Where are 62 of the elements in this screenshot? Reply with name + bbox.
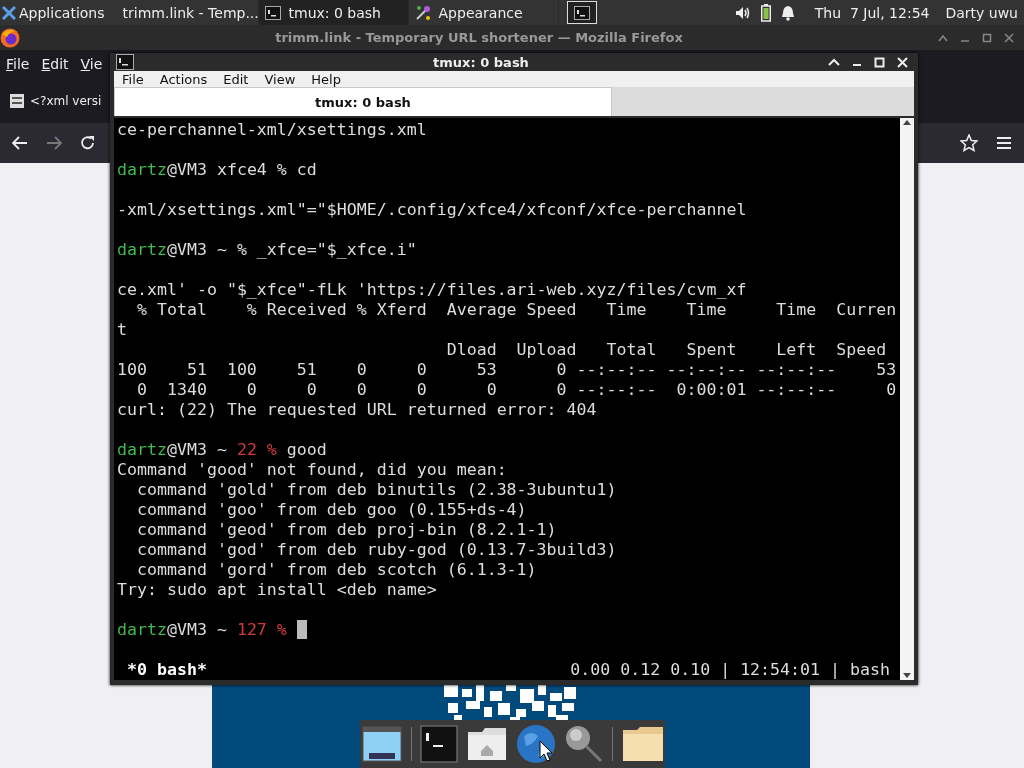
browser-tab[interactable]: <?xml versi bbox=[30, 93, 102, 108]
home-folder-icon[interactable] bbox=[465, 726, 508, 762]
terminal-icon bbox=[264, 5, 281, 20]
taskbar-button[interactable]: tmux: 0 bash bbox=[258, 0, 409, 25]
terminal-line: command 'geod' from deb proj-bin (8.2.1-1) bbox=[135, 520, 557, 540]
menu-item[interactable]: Actions bbox=[151, 71, 216, 87]
tmux-window-label: *0 bash* bbox=[126, 660, 207, 680]
terminal-line: command 'god' from deb ruby-god (0.13.7-3build3) bbox=[135, 540, 617, 560]
firefox-icon bbox=[0, 27, 20, 48]
terminal-line: -xml/xsettings.xml"="$HOME/.config/xfce4/xfconf/xfce-perchannel bbox=[117, 200, 747, 220]
tmux-status-info: 0.00 0.12 0.10 | 12:54:01 | bash bbox=[570, 660, 890, 680]
terminal-line: % Total % Received % Xferd Average Speed Time Time Time Curren bbox=[135, 300, 897, 320]
menu-icon[interactable] bbox=[996, 136, 1012, 150]
window-title: tmux: 0 bash bbox=[432, 54, 530, 70]
mouse-pointer-icon bbox=[539, 740, 553, 762]
terminal-line: curl: (22) The requested URL returned error: 404 bbox=[117, 400, 597, 420]
back-icon[interactable] bbox=[12, 136, 28, 150]
star-icon[interactable] bbox=[960, 134, 978, 152]
battery-icon[interactable] bbox=[760, 3, 771, 22]
menu-item[interactable]: File bbox=[114, 71, 152, 87]
terminal-icon[interactable] bbox=[419, 725, 458, 763]
terminal-line: t bbox=[117, 320, 127, 340]
terminal-icon bbox=[116, 54, 134, 71]
forward-icon[interactable] bbox=[46, 136, 62, 150]
terminal-tab[interactable]: tmux: 0 bash bbox=[114, 87, 612, 116]
scroll-up-icon[interactable] bbox=[902, 118, 912, 126]
terminal-line: dartz@VM3 ~ % _xfce="$_xfce.i" bbox=[117, 240, 417, 260]
menu-item[interactable]: View bbox=[256, 71, 304, 87]
terminal-line: dartz@VM3 ~ 22 % good bbox=[117, 440, 327, 460]
bell-icon[interactable] bbox=[780, 4, 795, 21]
clock[interactable]: Thu 7 Jul, 12:54 bbox=[814, 4, 930, 21]
binary-file-icon bbox=[10, 93, 24, 108]
terminal-line: Try: sudo apt install <deb name> bbox=[117, 580, 437, 600]
terminal-line: command 'gold' from deb binutils (2.38-3ubuntu1) bbox=[135, 480, 617, 500]
menu-item[interactable]: Vie bbox=[80, 56, 103, 72]
terminal-icon bbox=[573, 5, 590, 20]
scrollbar[interactable] bbox=[900, 118, 914, 680]
menu-item[interactable]: File bbox=[6, 56, 30, 72]
terminal-line: ce.xml' -o "$_xfce"-fLk 'https://files.ari-web.xyz/files/cvm_xf bbox=[117, 280, 747, 300]
menu-item[interactable]: Edit bbox=[215, 71, 257, 87]
applications-menu-button[interactable]: Applications bbox=[0, 0, 109, 25]
terminal-line: command 'gord' from deb scotch (6.1.3-1) bbox=[135, 560, 537, 580]
terminal-line: command 'goo' from deb goo (0.155+ds-4) bbox=[135, 500, 527, 520]
paint-brush-icon bbox=[414, 4, 431, 21]
magnifier-icon[interactable] bbox=[563, 724, 604, 764]
terminal-line: ce-perchannel-xml/xsettings.xml bbox=[117, 120, 427, 140]
terminal-line: Command 'good' not found, did you mean: bbox=[117, 460, 507, 480]
desktop-window-icon[interactable] bbox=[360, 723, 403, 765]
menu-item[interactable]: Help bbox=[303, 71, 349, 87]
terminal-line: Dload Upload Total Spent Left Speed bbox=[445, 340, 887, 360]
user-name[interactable]: Darty uwu bbox=[945, 4, 1018, 21]
scroll-down-icon[interactable] bbox=[902, 672, 912, 680]
terminal-launcher-button[interactable] bbox=[566, 1, 597, 24]
menu-item[interactable]: Edit bbox=[41, 56, 69, 72]
folder-icon[interactable] bbox=[620, 726, 665, 762]
reload-icon[interactable] bbox=[80, 135, 96, 151]
terminal-line: 100 51 100 51 0 0 53 0 --:--:-- --:--:-- --:--:-- 53 bbox=[117, 360, 897, 380]
xfce-logo-icon bbox=[2, 5, 16, 20]
window-title: trimm.link - Temporary URL shortener — Mozilla Firefox bbox=[274, 30, 684, 45]
terminal-line: 0 1340 0 0 0 0 0 0 --:--:-- 0:00:01 --:--:-- 0 bbox=[135, 380, 897, 400]
terminal-line: dartz@VM3 xfce4 % cd bbox=[117, 160, 317, 180]
terminal-line: dartz@VM3 ~ 127 % bbox=[117, 620, 287, 640]
